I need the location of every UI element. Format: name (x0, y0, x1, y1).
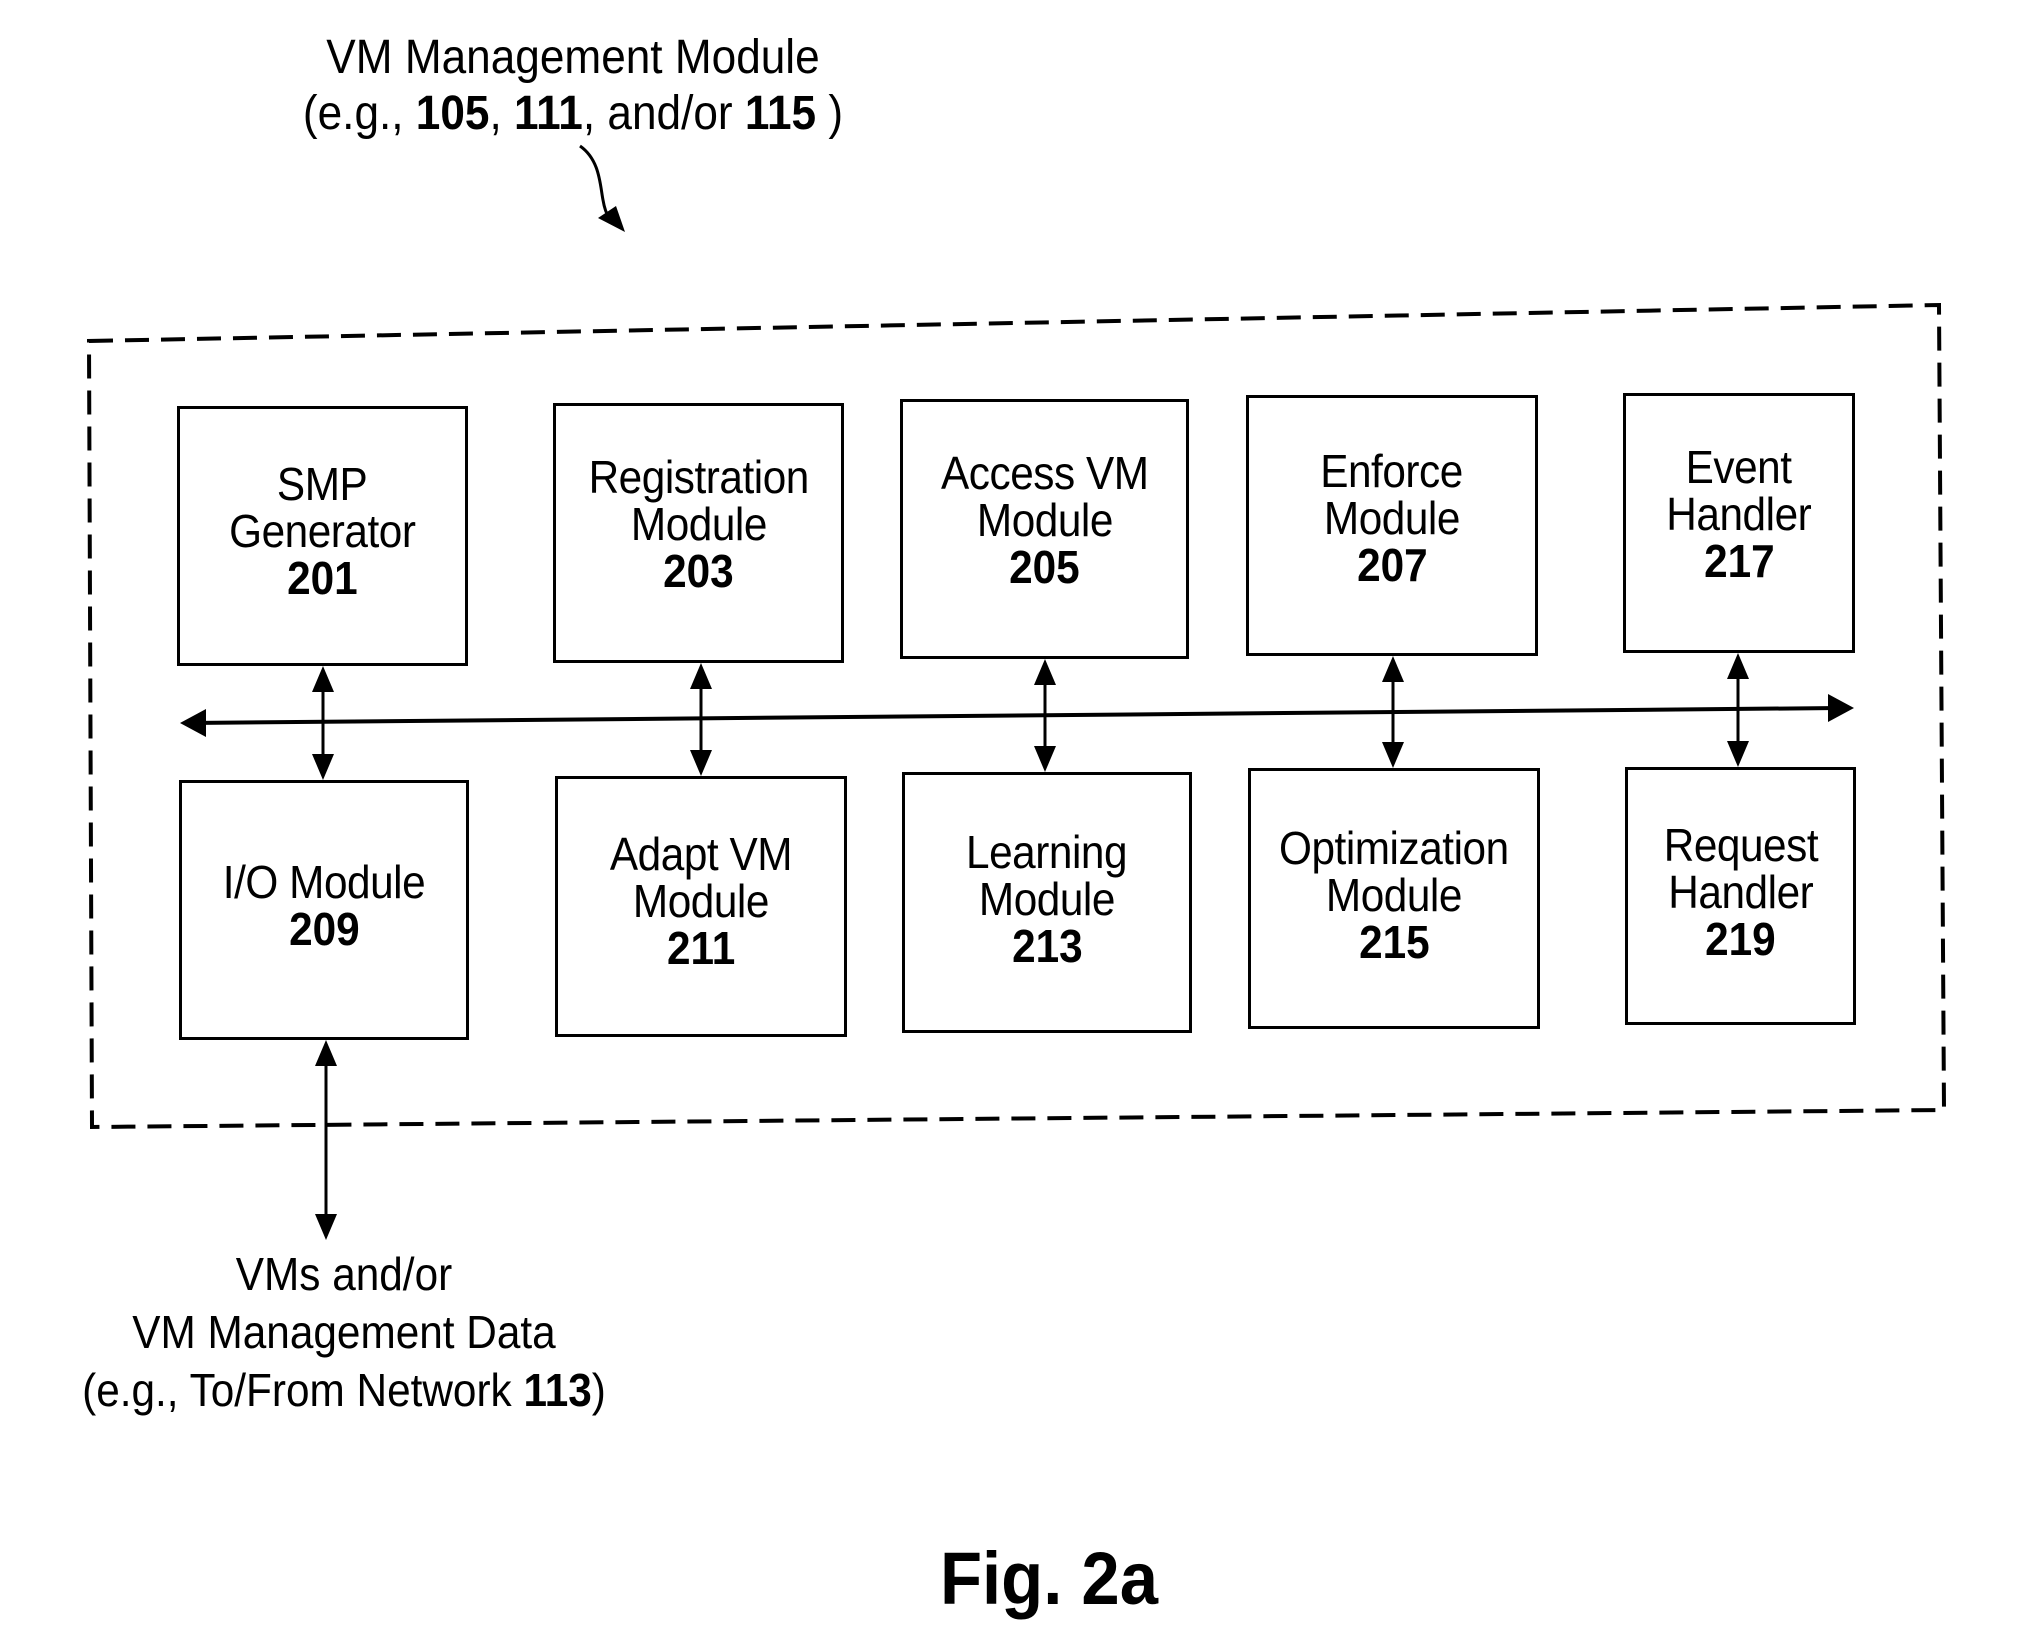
module-ref-number: 207 (1356, 539, 1428, 591)
module-request-handler: Request Handler 219 (1625, 767, 1856, 1025)
title-pointer-arrowhead (598, 206, 625, 232)
arrowhead-down-icon (1382, 742, 1404, 768)
patent-figure: VM Management Module (e.g., 105, 111, an… (0, 0, 2017, 1631)
module-label: Module (630, 498, 767, 550)
module-event-handler: Event Handler 217 (1623, 393, 1855, 653)
module-enforce: Enforce Module 207 (1246, 395, 1538, 656)
module-ref-number: 203 (663, 545, 734, 597)
module-optimization: Optimization Module 215 (1248, 768, 1540, 1029)
module-label: Handler (1666, 488, 1812, 540)
bus-line (189, 706, 1841, 725)
module-ref-number: 205 (1009, 541, 1080, 593)
module-ref-number: 201 (287, 552, 358, 604)
external-line3: (e.g., To/From Network 113) (59, 1361, 629, 1419)
connector-209-external (315, 1040, 337, 1240)
module-ref-number: 213 (1011, 920, 1083, 972)
module-label: Module (632, 875, 770, 927)
ref-105: 105 (415, 87, 490, 140)
ref-115: 115 (744, 87, 817, 140)
figure-caption: Fig. 2a (940, 1537, 1158, 1620)
external-line3-suffix: ) (591, 1364, 606, 1416)
arrowhead-down-icon (315, 1214, 337, 1240)
module-label: Learning (966, 826, 1128, 878)
arrowhead-down-icon (690, 750, 712, 776)
external-line3-prefix: (e.g., To/From Network (82, 1364, 524, 1416)
module-label: I/O Module (222, 856, 426, 908)
module-label: Event (1686, 441, 1792, 493)
module-label: Generator (229, 505, 416, 557)
module-learning: Learning Module 213 (902, 772, 1192, 1033)
arrowhead-down-icon (1034, 746, 1056, 772)
arrowhead-up-icon (315, 1040, 337, 1066)
module-label: Module (978, 873, 1116, 925)
module-title-line2: (e.g., 105, 111, and/or 115 ) (292, 86, 853, 142)
ref-113: 113 (523, 1364, 592, 1416)
arrowhead-up-icon (312, 666, 334, 692)
module-label: Access VM (940, 447, 1149, 499)
title-prefix: (e.g., (302, 87, 416, 140)
arrowhead-up-icon (1034, 659, 1056, 685)
module-io: I/O Module 209 (179, 780, 469, 1040)
module-ref-number: 211 (666, 922, 736, 974)
external-line2: VM Management Data (132, 1306, 556, 1358)
module-ref-number: 215 (1358, 916, 1430, 968)
module-label: Module (976, 494, 1113, 546)
title-sep1: , (489, 87, 515, 140)
module-access-vm: Access VM Module 205 (900, 399, 1189, 659)
module-label: Enforce (1320, 445, 1464, 497)
arrowhead-down-icon (312, 754, 334, 780)
title-sep2: , and/or (582, 87, 745, 140)
module-label: SMP (277, 458, 368, 510)
ref-111: 111 (514, 87, 583, 140)
bus-left-arrowhead (180, 709, 206, 737)
bus-right-arrowhead (1828, 694, 1854, 722)
module-label: Optimization (1279, 822, 1509, 874)
external-data-label: VMs and/or VM Management Data (e.g., To/… (59, 1245, 629, 1419)
module-registration: Registration Module 203 (553, 403, 844, 663)
module-smp-generator: SMP Generator 201 (177, 406, 468, 666)
module-ref-number: 209 (288, 903, 360, 955)
external-line1: VMs and/or (235, 1248, 453, 1300)
module-label: Module (1323, 492, 1461, 544)
module-label: Registration (588, 451, 809, 503)
module-label: Adapt VM (609, 828, 793, 880)
module-title: VM Management Module (e.g., 105, 111, an… (292, 30, 853, 142)
module-label: Request (1663, 819, 1818, 871)
module-label: Module (1325, 869, 1463, 921)
module-adapt-vm: Adapt VM Module 211 (555, 776, 847, 1037)
module-label: Handler (1668, 866, 1813, 918)
module-title-line1: VM Management Module (326, 31, 820, 84)
arrowhead-up-icon (1727, 653, 1749, 679)
arrowhead-up-icon (690, 663, 712, 689)
module-ref-number: 217 (1703, 535, 1775, 587)
arrowhead-down-icon (1727, 741, 1749, 767)
arrowhead-up-icon (1382, 656, 1404, 682)
title-suffix: ) (816, 87, 844, 140)
module-ref-number: 219 (1705, 913, 1776, 965)
